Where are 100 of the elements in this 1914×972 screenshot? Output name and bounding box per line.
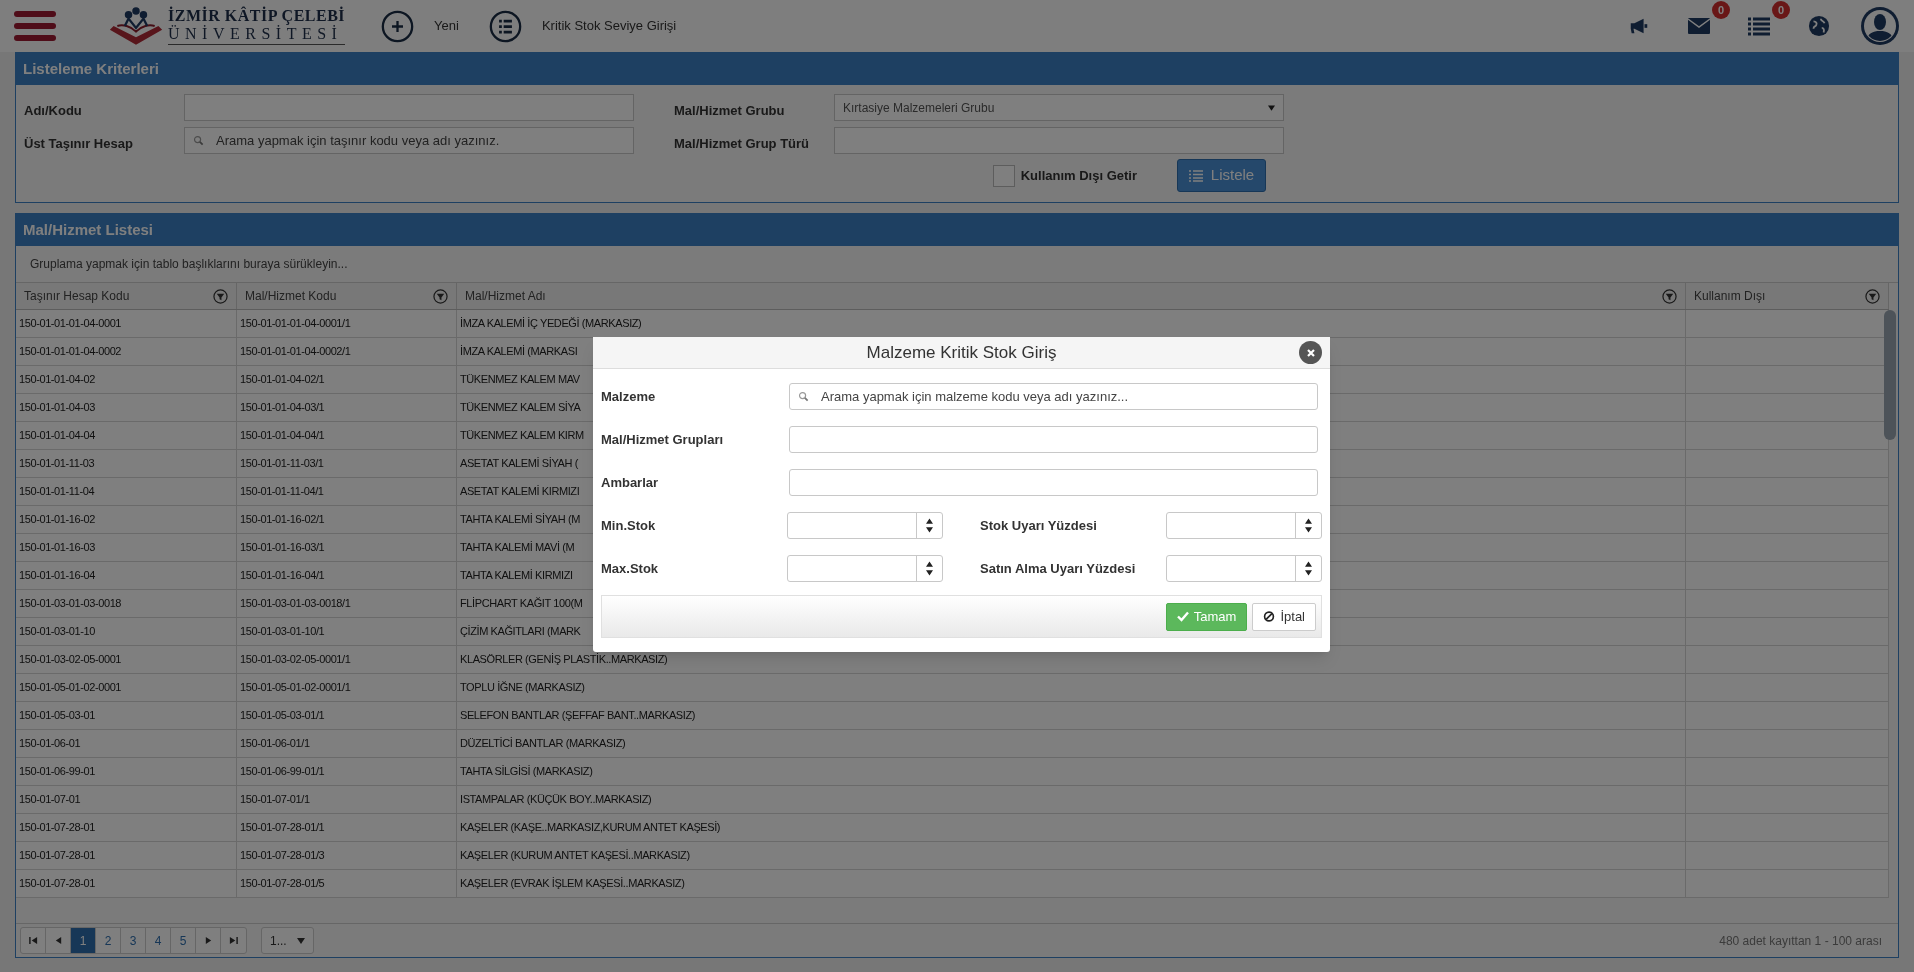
column-header[interactable]: Mal/Hizmet Adı [457,283,1686,309]
logo-title: İZMİR KÂTİP ÇELEBİ [168,7,346,24]
table-cell: 150-01-06-99-01 [16,758,237,785]
table-cell: 150-01-07-28-01/3 [237,842,457,869]
table-cell: 150-01-07-28-01 [16,842,237,869]
checkbox-label: Kullanım Dışı Getir [1020,166,1137,185]
table-cell: SELEFON BANTLAR (ŞEFFAF BANT..MARKASIZ) [457,702,1686,729]
table-cell: 150-01-01-16-04/1 [237,562,457,589]
table-cell: DÜZELTİCİ BANTLAR (MARKASIZ) [457,730,1686,757]
page-button[interactable]: 1 [71,928,96,953]
user-avatar-icon [1860,6,1900,46]
table-cell: 150-01-01-16-03 [16,534,237,561]
field-label: Stok Uyarı Yüzdesi [980,516,1098,535]
column-header[interactable]: Taşınır Hesap Kodu [16,283,237,309]
number-field[interactable] [787,555,943,582]
nav-link[interactable]: Yeni [381,9,459,43]
stepper-arrows-icon[interactable] [926,561,933,576]
notification-badge: 0 [1712,1,1730,19]
table-cell: 150-01-01-04-03/1 [237,394,457,421]
field-label: Satın Alma Uyarı Yüzdesi [980,559,1137,578]
table-cell: 150-01-01-01-04-0002 [16,338,237,365]
page-button[interactable]: 3 [121,928,146,953]
column-header[interactable]: Kullanım Dışı [1686,283,1889,309]
table-cell: 150-01-06-01 [16,730,237,757]
table-cell: 150-01-07-28-01/1 [237,814,457,841]
stepper-arrows-icon[interactable] [926,518,933,533]
plus-icon [381,9,415,43]
university-emblem-icon [108,5,164,47]
search-box[interactable]: Arama yapmak için malzeme kodu veya adı yazınız... [789,383,1318,410]
table-cell: 150-01-01-01-04-0001 [16,310,237,337]
field-label: Adı/Kodu [24,101,83,120]
input-field[interactable] [184,94,634,121]
globe-icon [1807,15,1831,37]
search-field[interactable]: Arama yapmak için taşınır kodu veya adı yazınız. [216,130,625,151]
language-button[interactable] [1806,13,1832,39]
table-cell: 150-01-06-01/1 [237,730,457,757]
table-cell: 150-01-07-28-01 [16,870,237,897]
dialog-title: Malzeme Kritik Stok Giriş [866,341,1057,364]
page-button[interactable]: 5 [171,928,196,953]
filter-icon[interactable] [1662,288,1677,304]
next-icon [203,936,213,945]
page-button[interactable]: 4 [146,928,171,953]
table-cell: 150-01-03-01-10/1 [237,618,457,645]
number-field[interactable] [1166,512,1322,539]
input-field[interactable] [834,127,1284,154]
envelope-icon [1687,15,1711,37]
number-field[interactable] [787,512,943,539]
column-header-label: Taşınır Hesap Kodu [24,288,130,305]
field-label: Mal/Hizmet Grubu [674,101,786,120]
list-icon [1747,15,1771,37]
table-cell: 150-01-01-04-04/1 [237,422,457,449]
menu-button[interactable] [14,11,56,41]
list-icon [488,9,522,43]
column-header[interactable]: Mal/Hizmet Kodu [237,283,457,309]
table-cell: 150-01-06-99-01/1 [237,758,457,785]
logo-subtitle: ÜNİVERSİTESİ [168,25,343,42]
page-button[interactable]: 2 [96,928,121,953]
nav-link[interactable]: Kritik Stok Seviye Girişi [488,9,677,43]
scrollbar-thumb[interactable] [1884,310,1896,440]
filter-icon[interactable] [433,288,448,304]
table-cell: 150-01-01-01-04-0001/1 [237,310,457,337]
panel-title: Mal/Hizmet Listesi [16,214,1898,246]
field-label: Min.Stok [601,516,657,535]
filter-icon[interactable] [1865,288,1880,304]
checkbox[interactable]: Kullanım Dışı Getir [992,164,1137,187]
table-cell: KAŞELER (KURUM ANTET KAŞESİ..MARKASIZ) [457,842,1686,869]
ok-button[interactable]: Tamam [1165,602,1248,631]
list-button[interactable]: Listele [1177,159,1266,192]
number-field[interactable] [1166,555,1322,582]
table-cell: 150-01-05-01-02-0001 [16,674,237,701]
table-cell: 150-01-07-01 [16,786,237,813]
stepper-arrows-icon[interactable] [1305,518,1312,533]
table-cell: ISTAMPALAR (KÜÇÜK BOY..MARKASIZ) [457,786,1686,813]
table-cell: 150-01-03-02-05-0001 [16,646,237,673]
profile-button[interactable] [1860,6,1900,46]
table-cell: 150-01-03-01-03-0018 [16,590,237,617]
checkbox-box[interactable] [992,164,1015,187]
table-cell: 150-01-01-04-03 [16,394,237,421]
table-cell: 150-01-01-16-02 [16,506,237,533]
input-field[interactable] [789,469,1318,496]
search-icon [798,391,809,402]
table-cell: KAŞELER (EVRAK İŞLEM KAŞESİ..MARKASIZ) [457,870,1686,897]
cancel-button[interactable]: İptal [1252,602,1316,631]
column-header-label: Mal/Hizmet Adı [465,288,546,305]
table-cell: 150-01-01-16-03/1 [237,534,457,561]
page-size-select[interactable]: 1... [261,927,314,954]
table-cell: 150-01-01-11-03 [16,450,237,477]
select-field[interactable]: Kırtasiye Malzemeleri Grubu [834,94,1284,121]
filter-icon[interactable] [213,288,228,304]
table-cell: 150-01-01-04-02/1 [237,366,457,393]
field-label: Mal/Hizmet Grup Türü [674,134,811,153]
stepper-arrows-icon[interactable] [1305,561,1312,576]
table-cell: TAHTA SİLGİSİ (MARKASIZ) [457,758,1686,785]
first-page-icon [28,936,38,945]
field-label: Mal/Hizmet Grupları [601,430,725,449]
close-button[interactable] [1299,341,1322,364]
last-page-icon [229,936,238,945]
search-box[interactable]: Arama yapmak için taşınır kodu veya adı yazınız. [184,127,634,154]
input-field[interactable] [789,426,1318,453]
panel-title: Listeleme Kriterleri [16,53,1898,85]
